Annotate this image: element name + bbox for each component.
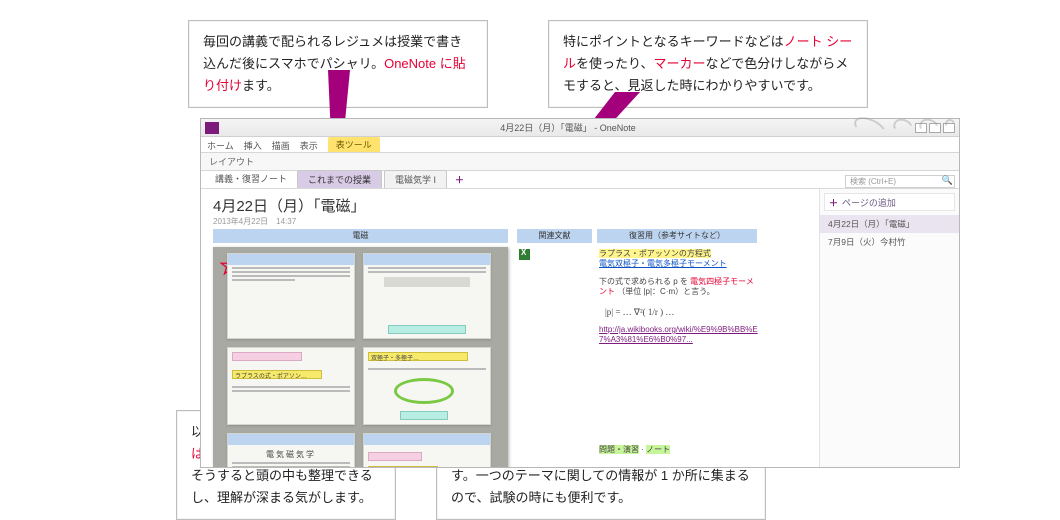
section-tab[interactable]: これまでの授業 <box>297 170 382 188</box>
green-circle-annotation <box>394 378 454 404</box>
sticky-pink <box>232 352 302 361</box>
window-titlebar: 4月22日（月）「電磁」 - OneNote <box>201 119 959 137</box>
ribbon-tabs: ホーム 挿入 描画 表示 表ツール <box>201 137 959 153</box>
section-tab[interactable]: 電磁気学 I <box>384 170 447 188</box>
sticky-cyan <box>400 411 448 420</box>
tag-green: 問題・演習 <box>599 445 639 454</box>
text: 特にポイントとなるキーワードなどは <box>563 34 784 49</box>
text: ます。 <box>242 78 280 93</box>
excel-attachment[interactable] <box>519 249 532 260</box>
column-header-related: 関連文献 <box>517 229 592 243</box>
internal-link[interactable]: 電気双極子・電気多極子モーメント <box>599 259 727 268</box>
sheet-title: 電気磁気学 <box>228 447 354 460</box>
tag-green: ノート <box>646 445 670 454</box>
column-header-review: 復習用（参考サイトなど） <box>597 229 757 243</box>
page-list-item[interactable]: 4月22日（月）「電磁」 <box>820 215 959 233</box>
pasted-photo[interactable]: ラプラスの式・ポアソン… 双極子・多極子… 電気磁気学 <box>213 247 508 467</box>
section-tab-bar: 講義・復習ノート これまでの授業 電磁気学 I ＋ 検索 (Ctrl+E) <box>201 171 959 189</box>
ribbon-tab-layout[interactable]: レイアウト <box>209 155 254 168</box>
highlight: マーカー <box>654 56 706 71</box>
external-link[interactable]: http://ja.wikibooks.org/wiki/%E9%9B%BB%E… <box>599 325 759 346</box>
text: 下の式で求められる p を <box>599 277 688 286</box>
sticky-cyan <box>388 325 466 334</box>
text: （単位 |p|：C·m）と言う。 <box>617 287 714 296</box>
add-section-button[interactable]: ＋ <box>449 171 470 188</box>
text: を使ったり、 <box>576 56 653 71</box>
note-canvas[interactable]: 4月22日（月）「電磁」 2013年4月22日 14:37 電磁 関連文献 復習… <box>201 189 819 467</box>
excel-icon <box>519 249 530 260</box>
ribbon-tab-insert[interactable]: 挿入 <box>244 139 262 152</box>
ribbon-tab-draw[interactable]: 描画 <box>272 139 290 152</box>
review-note[interactable]: ラプラス・ポアッソンの方程式 電気双極子・電気多極子モーメント <box>599 249 754 270</box>
search-input[interactable]: 検索 (Ctrl+E) <box>845 175 955 188</box>
review-tags[interactable]: 問題・演習 · ノート <box>599 445 670 455</box>
add-page-button[interactable]: ＋ ページの追加 <box>824 193 955 211</box>
ribbon-tab-view[interactable]: 表示 <box>300 139 318 152</box>
notebook-name[interactable]: 講義・復習ノート <box>205 169 297 188</box>
ribbon-tab-home[interactable]: ホーム <box>207 139 234 152</box>
plus-icon: ＋ <box>829 196 838 209</box>
sticky-yellow: ラプラスの式・ポアソン… <box>232 370 322 379</box>
column-header-lecture: 電磁 <box>213 229 508 243</box>
equation: |p| = … ∇²( 1/r ) … <box>605 307 674 319</box>
sticky-yellow: 演習… <box>368 466 438 467</box>
window-title: 4月22日（月）「電磁」 - OneNote <box>223 121 913 134</box>
page-list-item[interactable]: 7月9日（火）今村竹 <box>820 233 959 251</box>
page-list-pane: ＋ ページの追加 4月22日（月）「電磁」 7月9日（火）今村竹 <box>819 189 959 467</box>
ribbon-contextual-tab[interactable]: 表ツール <box>328 137 380 152</box>
review-note-body[interactable]: 下の式で求められる p を 電気四極子モーメント （単位 |p|：C·m）と言う… <box>599 277 759 298</box>
page-title[interactable]: 4月22日（月）「電磁」 <box>201 189 819 216</box>
ribbon-strip: レイアウト <box>201 153 959 171</box>
sticky-pink <box>368 452 422 461</box>
highlight-yellow: ラプラス・ポアッソンの方程式 <box>599 249 711 258</box>
window-decoration <box>853 119 955 137</box>
onenote-window: 4月22日（月）「電磁」 - OneNote ホーム 挿入 描画 表示 表ツール… <box>200 118 960 468</box>
sticky-yellow: 双極子・多極子… <box>368 352 468 361</box>
file-menu-button[interactable] <box>205 122 219 134</box>
add-page-label: ページの追加 <box>842 196 896 209</box>
